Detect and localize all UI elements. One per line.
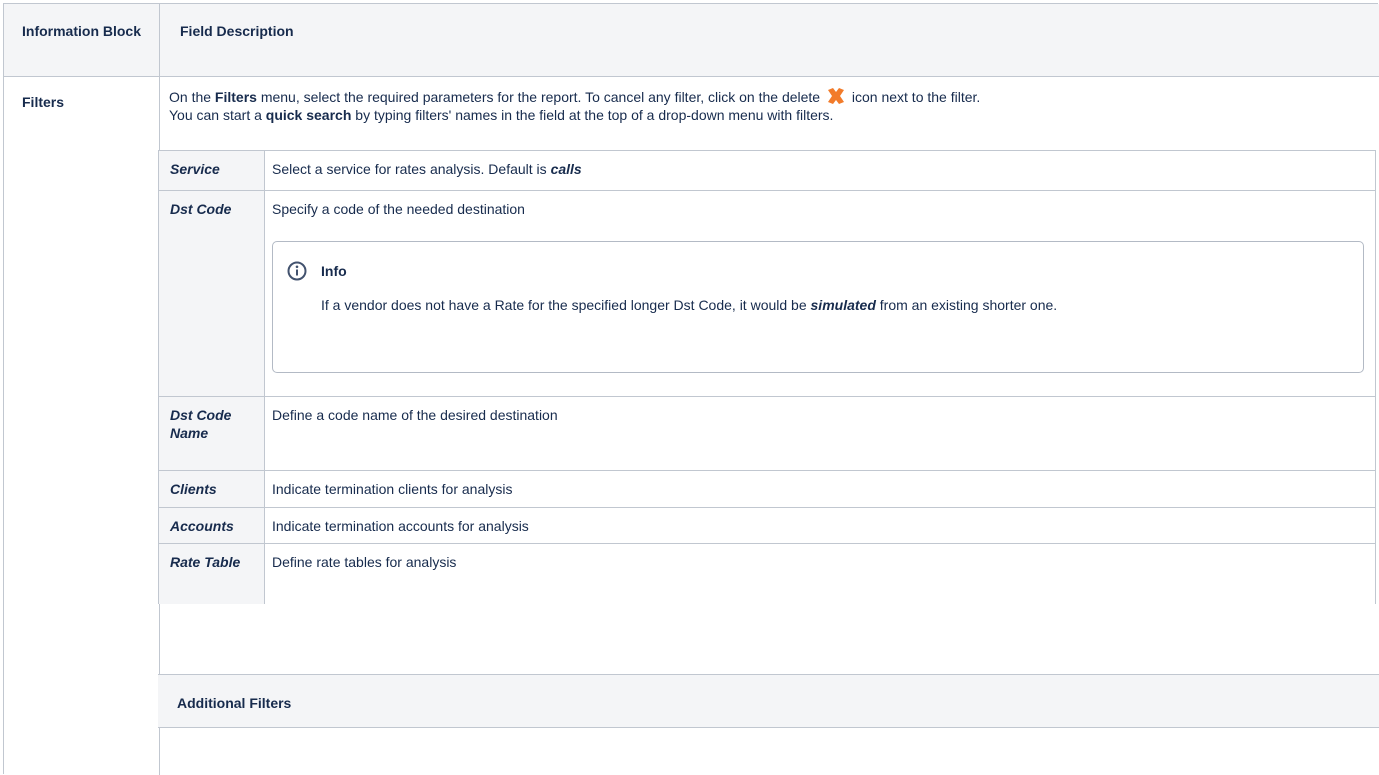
additional-filters-label: Additional Filters [177,695,292,711]
header-information-block: Information Block [22,23,142,39]
desc-filters-word: Filters [214,89,257,105]
table-row: Accounts Indicate termination accounts f… [159,508,1375,544]
table-header-row: Information Block Field Description [4,4,1379,77]
row-value-service: Select a service for rates analysis. Def… [265,160,1362,178]
table-row: Clients Indicate termination clients for… [159,471,1375,508]
delete-icon [827,88,844,104]
header-field-description: Field Description [180,23,294,39]
row-label-cell: Clients [159,471,265,507]
rate-table-text: Define rate tables for analysis [272,554,457,570]
table-row: Dst Code Specify a code of the needed de… [159,191,1375,397]
info-panel: Info If a vendor does not have a Rate fo… [272,241,1364,373]
row-label-accounts: Accounts [170,518,234,534]
row-label-cell: Service [159,151,265,190]
information-block-cell: Filters [4,77,160,775]
info-title: Info [321,263,347,279]
row-label-cell: Dst Code [159,191,265,396]
desc-quick-search: quick search [265,107,352,123]
row-label-service: Service [170,161,220,177]
filters-label: Filters [22,94,65,110]
dst-code-name-text: Define a code name of the desired destin… [272,407,558,423]
row-value-accounts: Indicate termination accounts for analys… [265,517,1362,535]
row-value-dst-code: Specify a code of the needed destination [265,200,1362,218]
desc-part-1: On the [169,89,215,105]
table-row: Rate Table Define rate tables for analys… [159,544,1375,604]
info-body: If a vendor does not have a Rate for the… [321,296,1281,314]
row-label-dst-code-name: Dst Code Name [170,407,232,441]
info-body-b: from an existing shorter one. [875,297,1058,313]
service-default-value: calls [550,161,582,177]
row-label-dst-code: Dst Code [170,201,232,217]
accounts-text: Indicate termination accounts for analys… [272,518,529,534]
row-label-clients: Clients [170,481,217,497]
dst-code-text: Specify a code of the needed destination [272,201,525,217]
clients-text: Indicate termination clients for analysi… [272,481,513,497]
desc-part-5: by typing filters' names in the field at… [351,107,834,123]
filters-inner-table: Service Select a service for rates analy… [158,150,1376,604]
row-label-cell: Rate Table [159,544,265,604]
row-value-clients: Indicate termination clients for analysi… [265,480,1362,498]
row-label-cell: Accounts [159,508,265,543]
filters-description: On the Filters menu, select the required… [169,88,1369,124]
desc-part-2: menu, select the required parameters for… [256,89,824,105]
info-body-emph: simulated [810,297,876,313]
table-row: Service Select a service for rates analy… [159,151,1375,191]
row-value-dst-code-name: Define a code name of the desired destin… [265,406,1362,424]
row-value-rate-table: Define rate tables for analysis [265,553,1362,571]
info-body-a: If a vendor does not have a Rate for the… [321,297,811,313]
header-cell-information-block: Information Block [4,4,160,76]
table-row: Dst Code Name Define a code name of the … [159,397,1375,471]
service-text: Select a service for rates analysis. Def… [272,161,551,177]
row-label-cell: Dst Code Name [159,397,265,470]
desc-part-3: icon next to the filter. [847,89,981,105]
additional-filters-header: Additional Filters [158,674,1379,728]
info-icon [287,261,307,281]
desc-part-4: You can start a [169,107,266,123]
row-label-rate-table: Rate Table [170,554,241,570]
